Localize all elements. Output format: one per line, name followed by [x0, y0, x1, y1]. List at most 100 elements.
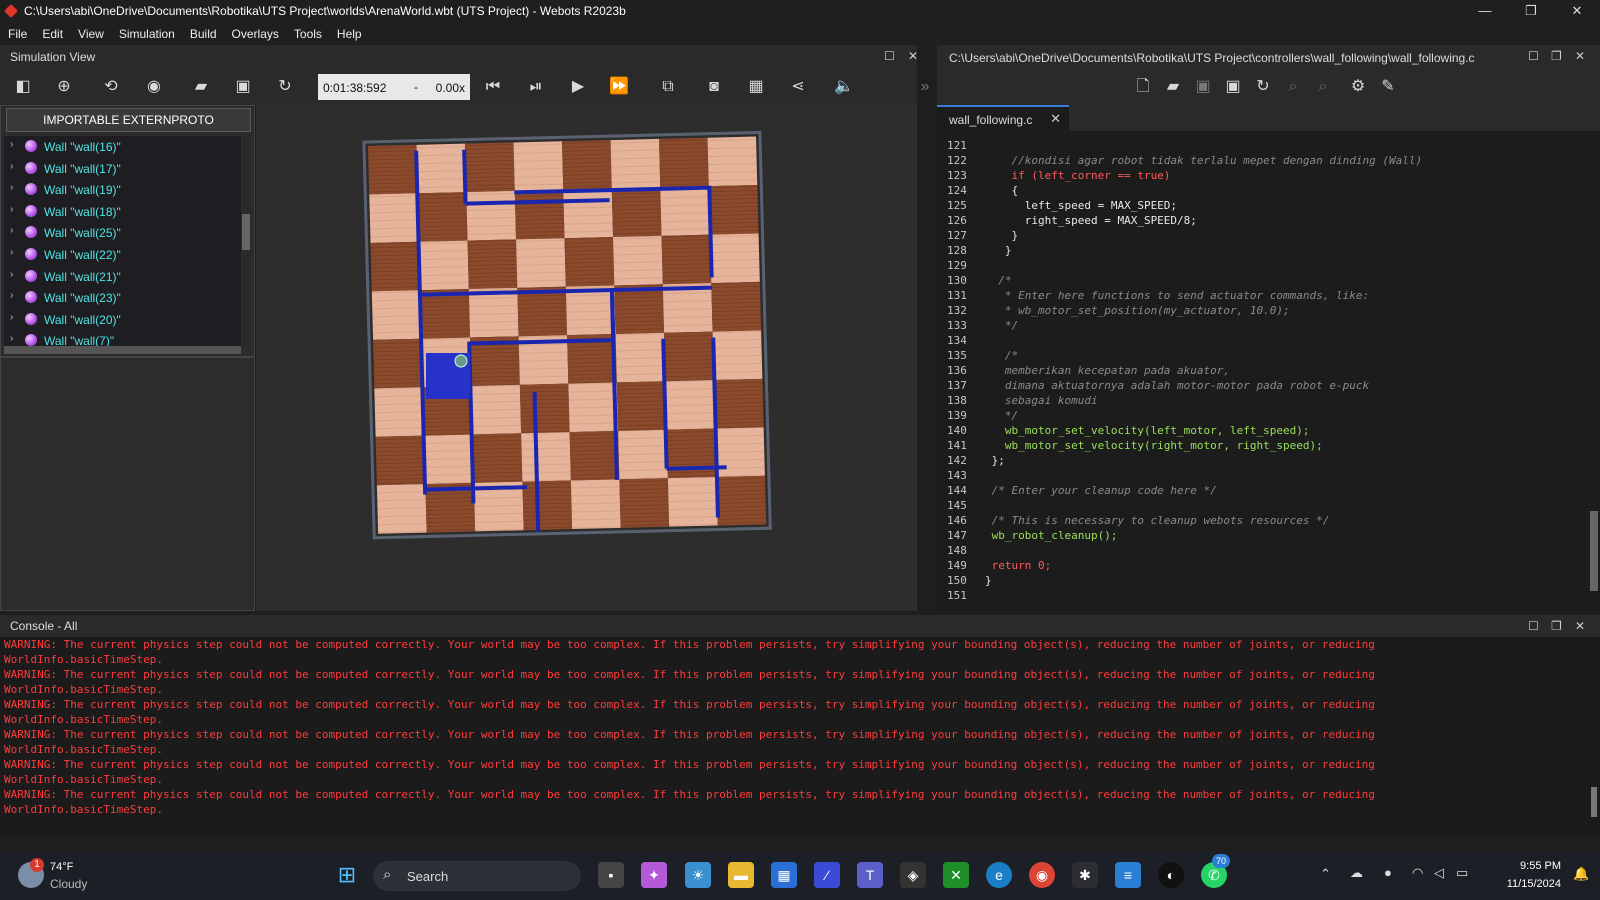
- minimize-button[interactable]: —: [1462, 0, 1508, 23]
- save-as-icon[interactable]: ▣: [1223, 77, 1243, 97]
- volume-icon[interactable]: ◁: [1434, 865, 1444, 881]
- save-file-icon[interactable]: ▣: [1193, 77, 1213, 97]
- task-view-icon[interactable]: ▪: [598, 862, 624, 888]
- chevron-right-icon[interactable]: ›: [10, 312, 13, 323]
- float-panel-icon[interactable]: ☐: [1528, 49, 1539, 63]
- more-icon[interactable]: »: [915, 77, 935, 97]
- webots-taskbar-icon[interactable]: ✱: [1072, 862, 1098, 888]
- fast-forward-icon[interactable]: ⏩: [609, 77, 629, 97]
- notepad-icon[interactable]: ≡: [1115, 862, 1141, 888]
- replace-icon[interactable]: ⌕: [1313, 77, 1333, 97]
- sound-icon[interactable]: 🔈: [834, 77, 854, 97]
- menu-file[interactable]: File: [0, 23, 34, 41]
- tree-item[interactable]: › Wall "wall(25)": [4, 222, 241, 244]
- visibility-icon[interactable]: ◉: [144, 77, 164, 97]
- tree-item[interactable]: › Wall "wall(23)": [4, 287, 241, 309]
- float-console-icon[interactable]: ☐: [1528, 619, 1539, 633]
- chevron-right-icon[interactable]: ›: [10, 333, 13, 344]
- close-tab-icon[interactable]: ✕: [1050, 111, 1061, 127]
- console-output[interactable]: WARNING: The current physics step could …: [0, 637, 1600, 837]
- new-file-icon[interactable]: 🗋: [1133, 77, 1153, 97]
- microsoft-store-icon[interactable]: ▦: [771, 862, 797, 888]
- tree-item[interactable]: › Wall "wall(19)": [4, 179, 241, 201]
- build-gear-icon[interactable]: ⚙: [1348, 77, 1368, 97]
- tree-item[interactable]: › Wall "wall(21)": [4, 266, 241, 288]
- undock-icon[interactable]: ☐: [884, 49, 895, 63]
- scrollbar-thumb[interactable]: [1590, 511, 1598, 591]
- microphone-icon[interactable]: ●: [1384, 865, 1392, 880]
- chevron-right-icon[interactable]: ›: [10, 204, 13, 215]
- chevron-right-icon[interactable]: ›: [10, 161, 13, 172]
- taskbar-search[interactable]: ⌕ Search: [373, 861, 581, 891]
- clock-date[interactable]: 11/15/2024: [1497, 878, 1561, 890]
- clock-time[interactable]: 9:55 PM: [1497, 860, 1561, 872]
- render-icon[interactable]: ⧉: [658, 77, 678, 97]
- scrollbar-thumb[interactable]: [1591, 787, 1597, 817]
- tree-item[interactable]: › Wall "wall(16)": [4, 136, 241, 158]
- chevron-right-icon[interactable]: ›: [10, 247, 13, 258]
- screenshot-icon[interactable]: ◙: [704, 77, 724, 97]
- reset-viewpoint-icon[interactable]: ⟲: [101, 77, 121, 97]
- restore-button[interactable]: ❐: [1508, 0, 1554, 23]
- 3d-viewport[interactable]: [256, 105, 917, 611]
- reload-world-icon[interactable]: ↻: [275, 77, 295, 97]
- scrollbar-thumb[interactable]: [242, 214, 250, 250]
- menu-help[interactable]: Help: [329, 23, 369, 41]
- menu-simulation[interactable]: Simulation: [111, 23, 182, 41]
- step-icon[interactable]: ⏯: [526, 77, 546, 97]
- teams-icon[interactable]: T: [857, 862, 883, 888]
- maximize-panel-icon[interactable]: ❐: [1551, 49, 1562, 63]
- tree-vertical-scrollbar[interactable]: [242, 136, 250, 346]
- close-window-button[interactable]: ✕: [1554, 0, 1600, 23]
- xbox-icon[interactable]: ✕: [943, 862, 969, 888]
- tree-horizontal-scrollbar[interactable]: [4, 346, 241, 354]
- onedrive-icon[interactable]: ☁: [1350, 865, 1363, 881]
- tab-wall-following[interactable]: wall_following.c ✕: [937, 105, 1069, 131]
- close-panel-icon[interactable]: ✕: [908, 49, 918, 63]
- toggle-scene-tree-icon[interactable]: ◧: [13, 77, 33, 97]
- save-world-icon[interactable]: ▣: [233, 77, 253, 97]
- close-console-icon[interactable]: ✕: [1575, 619, 1585, 633]
- chevron-right-icon[interactable]: ›: [10, 139, 13, 150]
- code-scrollbar[interactable]: [1588, 131, 1600, 611]
- windows-start-icon[interactable]: ⊞: [334, 862, 360, 888]
- chevron-right-icon[interactable]: ›: [10, 290, 13, 301]
- edge-icon[interactable]: e: [986, 862, 1012, 888]
- share-icon[interactable]: ⋖: [788, 77, 808, 97]
- file-explorer-icon[interactable]: ▬: [728, 862, 754, 888]
- clean-brush-icon[interactable]: ✎: [1378, 77, 1398, 97]
- menu-view[interactable]: View: [70, 23, 111, 41]
- copilot-icon[interactable]: ✦: [641, 862, 667, 888]
- find-icon[interactable]: ⌕: [1283, 77, 1303, 97]
- tree-item[interactable]: › Wall "wall(22)": [4, 244, 241, 266]
- add-node-icon[interactable]: ⊕: [54, 77, 74, 97]
- notification-bell-icon[interactable]: 🔔: [1573, 866, 1589, 882]
- chevron-right-icon[interactable]: ›: [10, 225, 13, 236]
- tray-chevron-up-icon[interactable]: ⌃: [1320, 866, 1331, 882]
- tree-item[interactable]: › Wall "wall(18)": [4, 201, 241, 223]
- importable-externproto-button[interactable]: IMPORTABLE EXTERNPROTO: [6, 108, 251, 132]
- chevron-right-icon[interactable]: ›: [10, 269, 13, 280]
- menu-overlays[interactable]: Overlays: [224, 23, 286, 41]
- battery-icon[interactable]: ▭: [1456, 865, 1468, 881]
- code-editor[interactable]: 121 122 //kondisi agar robot tidak terlal…: [937, 131, 1600, 611]
- menu-build[interactable]: Build: [182, 23, 224, 41]
- open-file-icon[interactable]: ▰: [1163, 77, 1183, 97]
- github-icon[interactable]: ◐: [1158, 862, 1184, 888]
- vscode-icon[interactable]: ⁄: [814, 862, 840, 888]
- widgets-icon[interactable]: ☀: [685, 862, 711, 888]
- chevron-right-icon[interactable]: ›: [10, 182, 13, 193]
- play-icon[interactable]: ▶: [568, 77, 588, 97]
- menu-edit[interactable]: Edit: [34, 23, 70, 41]
- record-movie-icon[interactable]: ▦: [746, 77, 766, 97]
- tree-item[interactable]: › Wall "wall(20)": [4, 309, 241, 331]
- console-scrollbar[interactable]: [1588, 637, 1600, 837]
- chrome-icon[interactable]: ◉: [1029, 862, 1055, 888]
- tree-item[interactable]: › Wall "wall(17)": [4, 158, 241, 180]
- menu-tools[interactable]: Tools: [286, 23, 329, 41]
- wifi-icon[interactable]: ◠: [1412, 865, 1423, 881]
- revert-icon[interactable]: ↻: [1253, 77, 1273, 97]
- tree-item[interactable]: › Wall "wall(7)": [4, 330, 241, 346]
- open-world-icon[interactable]: ▰: [191, 77, 211, 97]
- maximize-console-icon[interactable]: ❐: [1551, 619, 1562, 633]
